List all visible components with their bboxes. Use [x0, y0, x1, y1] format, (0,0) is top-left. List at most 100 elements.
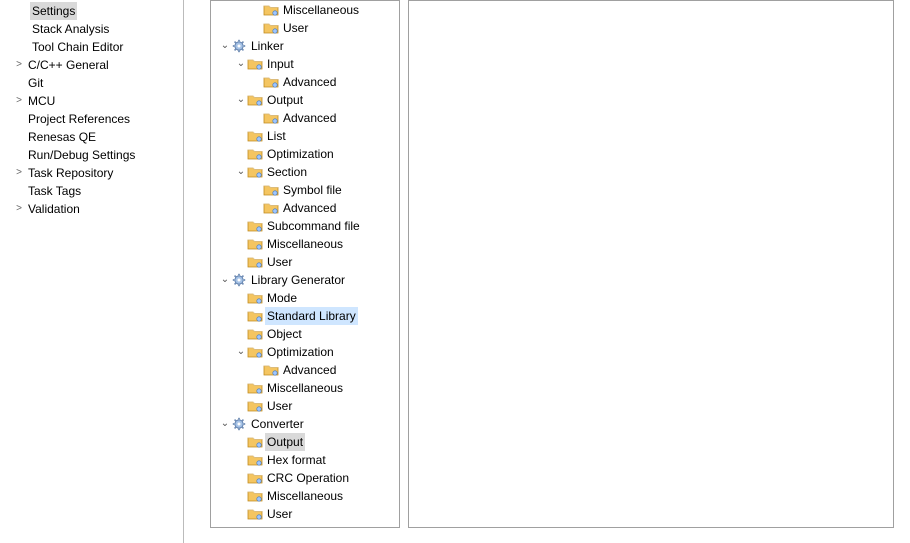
option-node[interactable]: Advanced — [211, 73, 399, 91]
folder-icon — [263, 362, 279, 378]
option-node[interactable]: Optimization — [211, 145, 399, 163]
category-item[interactable]: Tool Chain Editor — [0, 38, 183, 56]
tree-node-label: User — [265, 253, 294, 271]
tree-node-label: User — [281, 19, 310, 37]
folder-icon — [247, 326, 263, 342]
expand-arrow-icon[interactable]: > — [12, 200, 26, 218]
option-node[interactable]: Advanced — [211, 109, 399, 127]
option-node[interactable]: Standard Library — [211, 307, 399, 325]
option-node[interactable]: Advanced — [211, 199, 399, 217]
folder-icon — [247, 344, 263, 360]
tree-twisty-icon[interactable]: ⌄ — [235, 163, 247, 181]
option-node[interactable]: User — [211, 505, 399, 523]
category-item[interactable]: Project References — [0, 110, 183, 128]
tree-node-label: Miscellaneous — [265, 487, 345, 505]
category-item[interactable]: >Task Repository — [0, 164, 183, 182]
tree-node-label: Object — [265, 325, 304, 343]
tree-node-label: Symbol file — [281, 181, 344, 199]
option-node[interactable]: List — [211, 127, 399, 145]
tree-node-label: Subcommand file — [265, 217, 362, 235]
tree-twisty-icon[interactable]: ⌄ — [235, 55, 247, 73]
tree-twisty-icon[interactable]: ⌄ — [219, 415, 231, 433]
category-item[interactable]: >Validation — [0, 200, 183, 218]
tool-node[interactable]: ⌄Converter — [211, 415, 399, 433]
option-node[interactable]: User — [211, 253, 399, 271]
category-label: Settings — [30, 2, 77, 20]
tree-twisty-icon[interactable]: ⌄ — [235, 91, 247, 109]
option-node[interactable]: ⌄Optimization — [211, 343, 399, 361]
folder-icon — [247, 236, 263, 252]
tree-node-label: List — [265, 127, 288, 145]
tool-node[interactable]: ⌄ Library Generator — [211, 271, 399, 289]
folder-icon — [263, 2, 279, 18]
option-node[interactable]: User — [211, 397, 399, 415]
option-node[interactable]: Subcommand file — [211, 217, 399, 235]
category-item[interactable]: >C/C++ General — [0, 56, 183, 74]
folder-icon — [247, 218, 263, 234]
option-node[interactable]: Symbol file — [211, 181, 399, 199]
gear-icon — [231, 38, 247, 54]
tree-node-label: Output — [265, 433, 305, 451]
category-label: Validation — [26, 200, 80, 218]
option-node[interactable]: Hex format — [211, 451, 399, 469]
category-item[interactable]: Task Tags — [0, 182, 183, 200]
category-label: Tool Chain Editor — [30, 38, 123, 56]
folder-icon — [247, 92, 263, 108]
category-label: Run/Debug Settings — [26, 146, 135, 164]
option-node[interactable]: Miscellaneous — [211, 235, 399, 253]
category-item[interactable]: Renesas QE — [0, 128, 183, 146]
gear-icon — [231, 416, 247, 432]
tool-node[interactable]: ⌄ Linker — [211, 37, 399, 55]
option-node[interactable]: ⌄Output — [211, 91, 399, 109]
tree-twisty-icon[interactable]: ⌄ — [219, 37, 231, 55]
option-node[interactable]: Output — [211, 433, 399, 451]
tree-node-label: Hex format — [265, 451, 328, 469]
category-item[interactable]: Run/Debug Settings — [0, 146, 183, 164]
category-item[interactable]: Settings — [0, 2, 183, 20]
tree-node-label: Standard Library — [265, 307, 358, 325]
gear-icon — [231, 272, 247, 288]
tree-node-label: Miscellaneous — [281, 1, 361, 19]
tree-node-label: Library Generator — [249, 271, 347, 289]
tree-node-label: User — [265, 505, 294, 523]
tree-node-label: Mode — [265, 289, 299, 307]
tree-node-label: Advanced — [281, 199, 338, 217]
category-item[interactable]: Git — [0, 74, 183, 92]
tree-node-label: Advanced — [281, 109, 338, 127]
tree-twisty-icon[interactable]: ⌄ — [235, 343, 247, 361]
category-label: Project References — [26, 110, 130, 128]
expand-arrow-icon[interactable]: > — [12, 164, 26, 182]
option-node[interactable]: User — [211, 19, 399, 37]
option-node[interactable]: Mode — [211, 289, 399, 307]
category-item[interactable]: Stack Analysis — [0, 20, 183, 38]
settings-detail-panel — [408, 0, 894, 528]
folder-icon — [247, 254, 263, 270]
tree-node-label: Input — [265, 55, 296, 73]
option-node[interactable]: ⌄ Section — [211, 163, 399, 181]
option-node[interactable]: Miscellaneous — [211, 487, 399, 505]
tree-node-label: Miscellaneous — [265, 235, 345, 253]
category-label: Task Repository — [26, 164, 113, 182]
folder-icon — [247, 452, 263, 468]
tree-node-label: Section — [265, 163, 309, 181]
category-label: Stack Analysis — [30, 20, 109, 38]
tree-twisty-icon[interactable]: ⌄ — [219, 271, 231, 289]
folder-icon — [247, 506, 263, 522]
folder-icon — [247, 290, 263, 306]
option-node[interactable]: Miscellaneous — [211, 1, 399, 19]
tree-node-label: Linker — [249, 37, 286, 55]
option-node[interactable]: CRC Operation — [211, 469, 399, 487]
expand-arrow-icon[interactable]: > — [12, 56, 26, 74]
folder-icon — [247, 434, 263, 450]
category-label: Renesas QE — [26, 128, 96, 146]
option-node[interactable]: Advanced — [211, 361, 399, 379]
category-item[interactable]: >MCU — [0, 92, 183, 110]
tool-settings-tree[interactable]: MiscellaneousUser⌄Linker⌄InputAdvanced⌄O… — [210, 0, 400, 528]
option-node[interactable]: ⌄ Input — [211, 55, 399, 73]
expand-arrow-icon[interactable]: > — [12, 92, 26, 110]
folder-icon — [247, 164, 263, 180]
option-node[interactable]: Miscellaneous — [211, 379, 399, 397]
folder-icon — [263, 110, 279, 126]
option-node[interactable]: Object — [211, 325, 399, 343]
folder-icon — [263, 182, 279, 198]
